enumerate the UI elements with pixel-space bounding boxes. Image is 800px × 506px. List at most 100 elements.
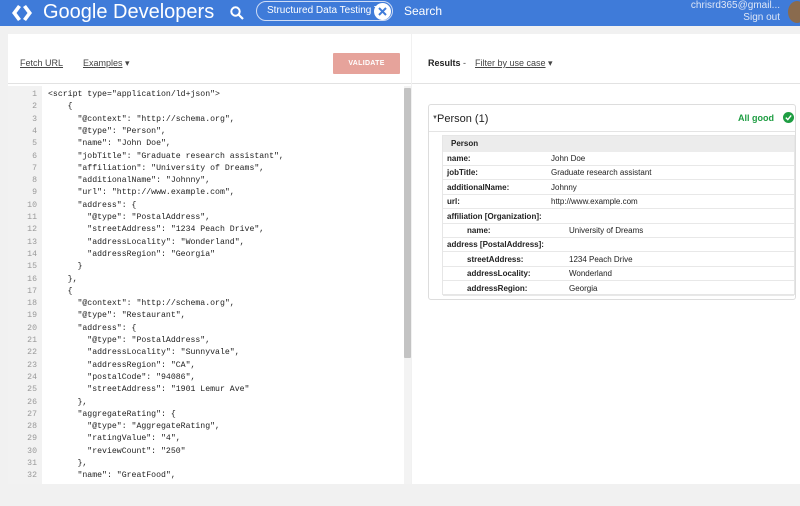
code-text: "@type": "Person", — [48, 126, 166, 136]
examples-dropdown[interactable]: Examples ▾ — [83, 58, 130, 69]
code-line: 27 "aggregateRating": { — [8, 410, 404, 420]
code-text: "address": { — [48, 200, 137, 210]
code-line: 18 "@context": "http://schema.org", — [8, 299, 404, 309]
code-line: 20 "address": { — [8, 324, 404, 334]
property-row: jobTitle: Graduate research assistant — [443, 166, 794, 181]
property-key: name: — [447, 154, 471, 163]
code-text: { — [48, 286, 73, 296]
code-text: "addressRegion": "CA", — [48, 360, 196, 370]
results-separator: - — [463, 58, 466, 68]
property-key: additionalName: — [447, 182, 510, 192]
property-key: address [PostalAddress]: — [447, 240, 544, 250]
line-number: 31 — [27, 459, 37, 468]
code-line: 2 { — [8, 102, 404, 112]
line-number: 27 — [27, 409, 37, 419]
line-number: 11 — [27, 213, 37, 222]
property-value: Wonderland — [569, 269, 612, 279]
code-text: "@context": "http://schema.org", — [48, 299, 235, 309]
line-number: 12 — [27, 225, 37, 235]
code-line: 13 "addressLocality": "Wonderland", — [8, 238, 404, 248]
code-line: 9 "url": "http://www.example.com", — [8, 188, 404, 198]
code-line: 4 "@type": "Person", — [8, 127, 404, 137]
line-number: 22 — [27, 348, 37, 358]
line-number: 23 — [27, 360, 37, 370]
code-line: 15 } — [8, 262, 404, 272]
property-row: addressLocality: Wonderland — [443, 267, 794, 282]
search-tab-chip[interactable]: Structured Data Testing T... — [256, 1, 393, 21]
code-line: 25 "streetAddress": "1901 Lemur Ave" — [8, 385, 404, 395]
property-row: additionalName: Johnny — [443, 181, 794, 195]
item-type-label: Person — [443, 136, 794, 152]
code-text: }, — [48, 274, 78, 284]
code-line: 26 }, — [8, 398, 404, 408]
check-circle-icon — [783, 112, 794, 123]
property-value: Graduate research assistant — [551, 168, 652, 178]
code-text: "@type": "PostalAddress", — [48, 336, 211, 345]
code-text: <script type="application/ld+json"> — [48, 90, 220, 99]
code-text: "url": "http://www.example.com", — [48, 188, 235, 198]
account-email[interactable]: chrisrd365@gmail... — [691, 0, 780, 11]
property-value: Johnny — [551, 182, 577, 192]
google-developers-logo-icon[interactable] — [10, 3, 34, 23]
line-number: 30 — [27, 446, 37, 456]
code-line: 17 { — [8, 287, 404, 297]
code-line: 23 "addressRegion": "CA", — [8, 361, 404, 371]
code-text: }, — [48, 459, 88, 468]
code-line: 22 "addressLocality": "Sunnyvale", — [8, 348, 404, 358]
code-line: 6 "jobTitle": "Graduate research assista… — [8, 152, 404, 162]
property-row: url: http://www.example.com — [443, 195, 794, 210]
property-key: jobTitle: — [447, 168, 478, 178]
property-value: http://www.example.com — [551, 197, 638, 207]
code-text: "addressLocality": "Wonderland", — [48, 237, 245, 247]
code-editor[interactable]: 1 <script type="application/ld+json"> 2 {3… — [8, 86, 411, 484]
status-badge: All good — [738, 113, 774, 123]
line-number: 2 — [32, 102, 37, 112]
property-key: name: — [467, 226, 491, 235]
code-text: "@type": "PostalAddress", — [48, 213, 211, 222]
scrollbar-thumb[interactable] — [404, 88, 411, 358]
avatar[interactable] — [788, 1, 800, 23]
code-text: "address": { — [48, 323, 137, 333]
property-key: addressLocality: — [467, 269, 531, 279]
fetch-url-link[interactable]: Fetch URL — [20, 58, 63, 68]
line-number: 9 — [32, 188, 37, 198]
results-header: Results - Filter by use case ▾ — [412, 34, 800, 84]
validate-button[interactable]: VALIDATE — [333, 53, 400, 74]
code-text: "ratingValue": "4", — [48, 434, 181, 444]
property-row: addressRegion: Georgia — [443, 282, 794, 296]
line-number: 19 — [27, 311, 37, 321]
code-line: 11 "@type": "PostalAddress", — [8, 213, 404, 223]
search-icon[interactable] — [229, 5, 245, 21]
code-text: } — [48, 262, 83, 272]
code-text: "reviewCount": "250" — [48, 446, 186, 456]
editor-scrollbar[interactable] — [404, 86, 411, 484]
results-title: Results — [428, 58, 461, 68]
top-bar: Google Developers Structured Data Testin… — [0, 0, 800, 26]
person-card-header[interactable]: ▼ Person (1) All good — [429, 105, 795, 132]
sign-out-link[interactable]: Sign out — [743, 12, 780, 23]
close-icon[interactable] — [374, 3, 391, 20]
code-line: 19 "@type": "Restaurant", — [8, 311, 404, 321]
code-text: "aggregateRating": { — [48, 409, 176, 419]
code-text: "@type": "AggregateRating", — [48, 422, 220, 432]
code-text: "name": "GreatFood", — [48, 471, 176, 481]
code-text: "addressRegion": "Georgia" — [48, 249, 216, 259]
line-number: 1 — [32, 90, 37, 99]
search-label[interactable]: Search — [404, 4, 442, 18]
code-text: "streetAddress": "1234 Peach Drive", — [48, 225, 265, 235]
property-row: address [PostalAddress]: — [443, 238, 794, 253]
filter-by-use-case-dropdown[interactable]: Filter by use case ▾ — [475, 58, 553, 69]
code-line: 10 "address": { — [8, 201, 404, 211]
code-line: 30 "reviewCount": "250" — [8, 447, 404, 457]
code-line: 1 <script type="application/ld+json"> — [8, 90, 404, 100]
property-key: addressRegion: — [467, 283, 528, 293]
line-number: 15 — [27, 262, 37, 272]
logo-text[interactable]: Google Developers — [43, 1, 214, 23]
code-line: 28 "@type": "AggregateRating", — [8, 422, 404, 432]
code-line: 31 }, — [8, 459, 404, 469]
line-number: 25 — [27, 385, 37, 395]
code-line: 32 "name": "GreatFood", — [8, 471, 404, 481]
input-toolbar: Fetch URL Examples ▾ VALIDATE — [8, 34, 411, 84]
line-number: 21 — [27, 336, 37, 345]
code-text: "postalCode": "94086", — [48, 372, 196, 382]
